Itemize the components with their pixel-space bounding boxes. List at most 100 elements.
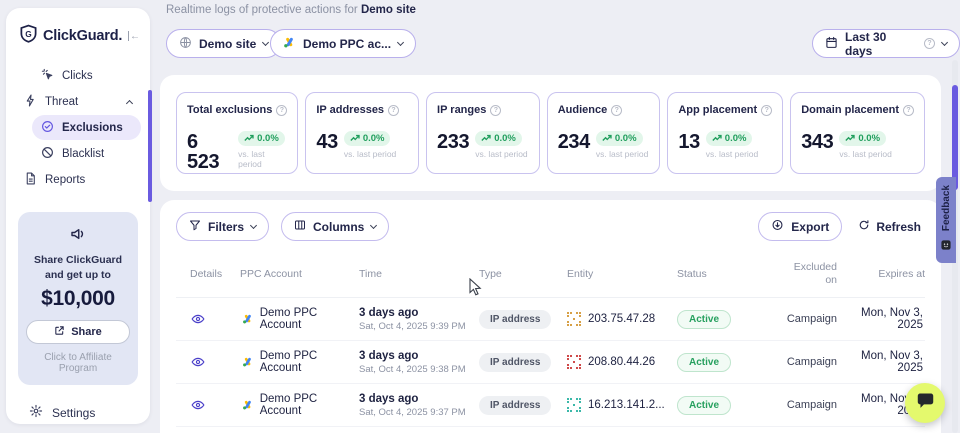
settings-label: Settings <box>52 406 95 420</box>
stat-compare-label: vs. last period <box>596 149 648 159</box>
chevron-down-icon <box>262 39 269 46</box>
date-range-value: Last 30 days <box>845 30 917 58</box>
trend-badge: 0.0% <box>475 131 522 146</box>
columns-dropdown[interactable]: Columns <box>281 212 389 241</box>
chat-bubble-icon <box>916 392 935 414</box>
status-cell: Active <box>677 352 785 372</box>
table-row-partial: 3 days ago <box>176 427 925 433</box>
help-icon[interactable]: ? <box>903 105 914 116</box>
promo-amount: $10,000 <box>25 287 131 311</box>
feedback-tab[interactable]: Feedback <box>936 177 956 263</box>
affiliate-promo-card: Share ClickGuard and get up to $10,000 S… <box>18 212 138 385</box>
ppc-account-cell: Demo PPC Account <box>236 393 359 417</box>
sidebar-item-blacklist[interactable]: Blacklist <box>32 141 141 166</box>
table-row: Demo PPC Account 3 days ago Sat, Oct 4, … <box>176 298 925 341</box>
trend-up-icon <box>350 134 360 142</box>
details-eye-button[interactable] <box>176 398 236 412</box>
stat-compare-label: vs. last period <box>475 149 527 159</box>
logs-table-panel: Filters Columns Export <box>160 200 941 433</box>
stat-value: 6 523 <box>187 132 232 172</box>
chevron-down-icon <box>941 39 948 46</box>
sidebar-item-label: Exclusions <box>62 122 123 134</box>
logs-table: Details PPC Account Time Type Entity Sta… <box>176 257 925 433</box>
sidebar-item-exclusions[interactable]: Exclusions <box>32 115 141 140</box>
feedback-label: Feedback <box>941 185 952 231</box>
trend-badge: 0.0% <box>706 131 753 146</box>
stat-value: 343 <box>801 132 833 152</box>
app-name: ClickGuard. <box>43 28 123 44</box>
affiliate-program-link[interactable]: Click to Affiliate Program <box>25 352 131 374</box>
refresh-icon <box>858 219 870 234</box>
smiley-icon <box>941 237 951 255</box>
lightning-icon <box>24 94 37 110</box>
eye-icon <box>190 398 206 412</box>
time-cell: 3 days ago Sat, Oct 4, 2025 9:38 PM <box>359 350 479 375</box>
help-icon[interactable]: ? <box>924 38 935 49</box>
stat-label: App placement <box>678 104 757 116</box>
help-icon[interactable]: ? <box>490 105 501 116</box>
excluded-on-cell: Campaign <box>785 313 837 325</box>
chevron-down-icon <box>250 222 257 229</box>
sidebar-item-settings[interactable]: Settings <box>29 404 150 421</box>
document-icon <box>24 172 37 188</box>
share-button[interactable]: Share <box>26 320 130 344</box>
page-subtitle: Realtime logs of protective actions for … <box>166 4 416 16</box>
help-icon[interactable]: ? <box>276 105 287 116</box>
sidebar-item-label: Clicks <box>62 70 93 82</box>
site-filter-dropdown[interactable]: Demo site <box>166 29 281 58</box>
ip-identicon <box>567 312 581 326</box>
funnel-icon <box>189 219 201 234</box>
filters-dropdown[interactable]: Filters <box>176 212 269 241</box>
date-range-dropdown[interactable]: Last 30 days ? <box>812 29 960 58</box>
google-ads-icon <box>283 36 296 52</box>
google-ads-icon <box>242 313 254 325</box>
stat-compare-label: vs. last period <box>839 149 891 159</box>
clickguard-dashboard: G ClickGuard. ← Clicks Threat <box>0 0 960 433</box>
stat-card-domain-placement: Domain placement? 343 0.0% vs. last peri… <box>790 92 925 174</box>
help-icon[interactable]: ? <box>761 105 772 116</box>
trend-badge: 0.0% <box>596 131 643 146</box>
google-ads-icon <box>242 356 254 368</box>
gear-icon <box>29 404 43 421</box>
chat-launcher-button[interactable] <box>905 383 945 423</box>
status-badge: Active <box>677 310 731 329</box>
stat-label: IP ranges <box>437 104 486 116</box>
sidebar-collapse-icon[interactable]: ← <box>128 31 140 42</box>
sidebar-nav: Clicks Threat Exclusions Blacklist <box>6 63 150 192</box>
page-scrollbar-thumb[interactable] <box>952 85 958 190</box>
trend-up-icon <box>712 134 722 142</box>
account-filter-value: Demo PPC ac... <box>303 37 391 51</box>
export-button[interactable]: Export <box>758 212 842 241</box>
refresh-label: Refresh <box>876 220 921 234</box>
site-filter-value: Demo site <box>199 37 256 51</box>
export-label: Export <box>791 220 829 234</box>
logo: G ClickGuard. ← <box>6 8 150 48</box>
table-row: Demo PPC Account 3 days ago Sat, Oct 4, … <box>176 384 925 427</box>
account-filter-dropdown[interactable]: Demo PPC ac... <box>270 29 416 58</box>
google-ads-icon <box>242 399 254 411</box>
table-header-row: Details PPC Account Time Type Entity Sta… <box>176 257 925 298</box>
stat-value: 13 <box>678 132 699 152</box>
refresh-button[interactable]: Refresh <box>858 219 921 234</box>
column-header-excluded-on: Excluded on <box>785 261 837 287</box>
status-badge: Active <box>677 353 731 372</box>
help-icon[interactable]: ? <box>611 105 622 116</box>
time-cell: 3 days ago Sat, Oct 4, 2025 9:37 PM <box>359 393 479 418</box>
external-link-icon <box>54 325 65 339</box>
sidebar-item-threat[interactable]: Threat <box>15 89 141 114</box>
sidebar-scrollbar-thumb[interactable] <box>148 90 152 202</box>
status-badge: Active <box>677 396 731 415</box>
stat-label: Audience <box>558 104 608 116</box>
excluded-on-cell: Campaign <box>785 399 837 411</box>
check-circle-icon <box>41 120 54 136</box>
stat-compare-label: vs. last period <box>238 149 287 169</box>
sidebar-item-clicks[interactable]: Clicks <box>32 63 141 88</box>
type-badge: IP address <box>479 396 551 415</box>
sidebar-item-reports[interactable]: Reports <box>15 167 141 192</box>
sidebar-item-label: Reports <box>45 174 85 186</box>
details-eye-button[interactable] <box>176 355 236 369</box>
column-header-entity: Entity <box>567 268 677 280</box>
type-badge: IP address <box>479 353 551 372</box>
details-eye-button[interactable] <box>176 312 236 326</box>
help-icon[interactable]: ? <box>388 105 399 116</box>
